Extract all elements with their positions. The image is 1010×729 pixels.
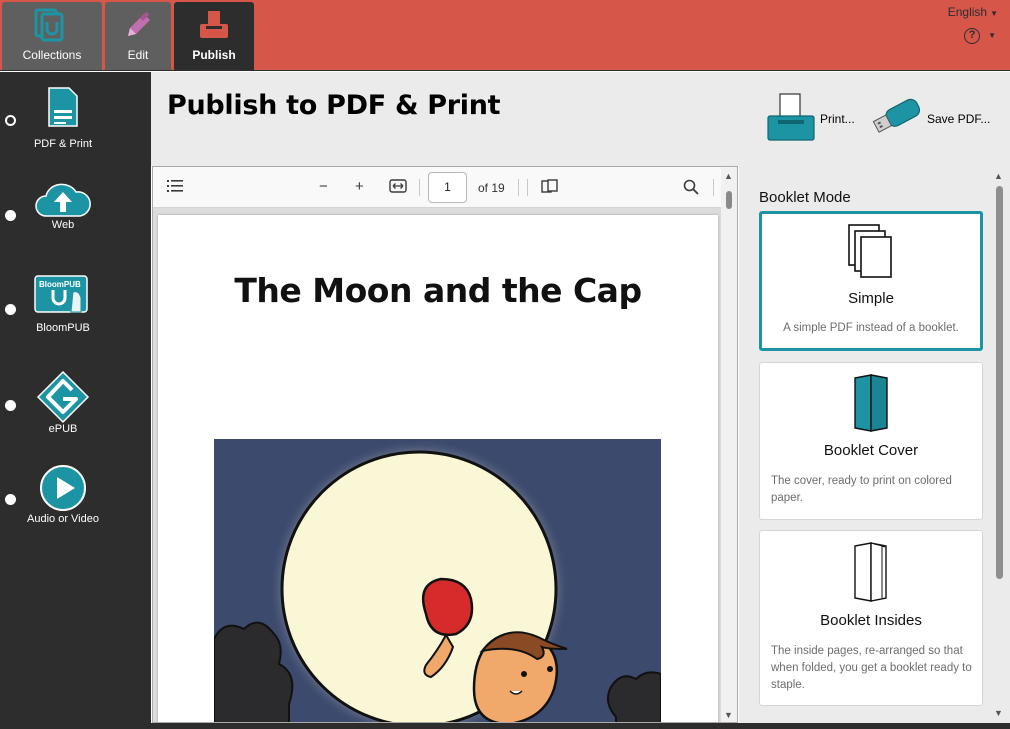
publish-header: Publish to PDF & Print Print... Save PDF… bbox=[151, 72, 1010, 166]
tab-publish-label: Publish bbox=[192, 48, 236, 62]
bottom-border bbox=[151, 723, 1010, 729]
stacked-pages-icon bbox=[847, 223, 895, 286]
sidebar-item-audio-video[interactable]: Audio or Video bbox=[0, 464, 151, 534]
document-icon bbox=[47, 86, 79, 133]
zoom-out-icon[interactable]: − bbox=[319, 179, 328, 195]
help-icon: ? bbox=[964, 27, 981, 44]
play-icon bbox=[39, 464, 87, 517]
tab-collections-label: Collections bbox=[22, 48, 82, 62]
option-name: Booklet Insides bbox=[820, 612, 922, 629]
toolbar-divider bbox=[518, 179, 519, 196]
booklet-options-panel: Booklet Mode Simple A simple PDF instead… bbox=[739, 166, 1010, 723]
sidebar-item-label: Audio or Video bbox=[27, 513, 99, 525]
book-title: The Moon and the Cap bbox=[234, 271, 642, 310]
print-label: Print... bbox=[820, 112, 855, 126]
epub-icon bbox=[36, 370, 90, 429]
options-scrollbar[interactable]: ▲ ▼ bbox=[992, 166, 1006, 723]
booklet-cover-icon bbox=[852, 374, 890, 439]
tab-edit[interactable]: Edit bbox=[105, 2, 171, 70]
radio-unselected[interactable] bbox=[5, 494, 16, 505]
printer-icon bbox=[766, 92, 816, 147]
radio-selected[interactable] bbox=[5, 115, 16, 126]
scroll-down-icon[interactable]: ▼ bbox=[994, 708, 1003, 718]
sidebar-item-label: ePUB bbox=[48, 423, 78, 435]
radio-unselected[interactable] bbox=[5, 304, 16, 315]
pencil-icon bbox=[122, 8, 154, 47]
rotate-page-icon[interactable] bbox=[541, 179, 559, 197]
publish-icon bbox=[196, 8, 232, 47]
sidebar-item-epub[interactable]: ePUB bbox=[0, 370, 151, 440]
booklet-option-simple[interactable]: Simple A simple PDF instead of a booklet… bbox=[759, 211, 983, 351]
outline-toggle-icon[interactable] bbox=[167, 179, 185, 197]
pdf-viewer[interactable]: − + 1 of 19 The Moon and the Cap ▲ ▼ bbox=[152, 166, 738, 723]
tab-edit-label: Edit bbox=[127, 48, 149, 62]
booklet-option-cover[interactable]: Booklet Cover The cover, ready to print … bbox=[759, 362, 983, 520]
option-description: The cover, ready to print on colored pap… bbox=[771, 475, 952, 504]
scroll-down-icon[interactable]: ▼ bbox=[724, 710, 733, 720]
help-menu[interactable]: ? ▼ bbox=[964, 27, 996, 45]
scroll-up-icon[interactable]: ▲ bbox=[724, 171, 733, 181]
publish-sidebar: PDF & Print Web BloomPUB BloomPUB ePUB A… bbox=[0, 72, 151, 729]
sidebar-item-label: Web bbox=[51, 219, 75, 231]
booklet-option-insides[interactable]: Booklet Insides The inside pages, re-arr… bbox=[759, 530, 983, 706]
page-count: of 19 bbox=[478, 181, 505, 195]
sidebar-item-web[interactable]: Web bbox=[0, 178, 151, 238]
zoom-in-icon[interactable]: + bbox=[355, 179, 364, 195]
pdf-scrollbar[interactable]: ▲ ▼ bbox=[721, 167, 737, 722]
collections-icon bbox=[34, 8, 70, 49]
print-button[interactable]: Print... bbox=[766, 92, 855, 147]
sidebar-item-pdf-print[interactable]: PDF & Print bbox=[0, 82, 151, 152]
option-description: A simple PDF instead of a booklet. bbox=[783, 322, 959, 334]
scroll-up-icon[interactable]: ▲ bbox=[994, 171, 1003, 181]
cloud-upload-icon bbox=[34, 180, 92, 223]
tab-publish[interactable]: Publish bbox=[174, 2, 254, 70]
radio-unselected[interactable] bbox=[5, 400, 16, 411]
chevron-down-icon: ▼ bbox=[988, 31, 996, 41]
save-pdf-button[interactable]: Save PDF... bbox=[871, 94, 990, 144]
bloompub-badge-text: BloomPUB bbox=[39, 280, 81, 289]
language-selector[interactable]: English ▼ bbox=[948, 5, 998, 19]
booklet-insides-icon bbox=[852, 542, 890, 609]
option-description: The inside pages, re-arranged so that wh… bbox=[771, 645, 972, 691]
top-bar: Collections Edit Publish English ▼ ? ▼ bbox=[0, 0, 1010, 71]
fit-width-icon[interactable] bbox=[389, 179, 407, 197]
option-name: Booklet Cover bbox=[823, 442, 919, 459]
scroll-thumb[interactable] bbox=[996, 186, 1003, 579]
search-icon[interactable] bbox=[683, 179, 699, 199]
page-number-input[interactable]: 1 bbox=[428, 172, 467, 203]
pdf-toolbar: − + 1 of 19 bbox=[153, 167, 737, 208]
page-title: Publish to PDF & Print bbox=[167, 90, 501, 121]
toolbar-divider bbox=[527, 179, 528, 196]
toolbar-divider bbox=[419, 179, 420, 196]
cover-illustration bbox=[214, 439, 661, 722]
pdf-page: The Moon and the Cap bbox=[158, 215, 718, 722]
booklet-mode-title: Booklet Mode bbox=[759, 189, 851, 206]
language-label: English bbox=[947, 5, 988, 19]
sidebar-item-label: BloomPUB bbox=[36, 322, 90, 334]
save-pdf-label: Save PDF... bbox=[927, 112, 991, 126]
tab-collections[interactable]: Collections bbox=[2, 2, 102, 70]
sidebar-item-label: PDF & Print bbox=[33, 138, 93, 150]
sidebar-item-bloompub[interactable]: BloomPUB BloomPUB bbox=[0, 272, 151, 342]
usb-drive-icon bbox=[871, 97, 923, 142]
bloompub-device-icon: BloomPUB bbox=[33, 274, 93, 323]
scroll-thumb[interactable] bbox=[726, 191, 732, 209]
toolbar-divider bbox=[713, 179, 714, 196]
option-name: Simple bbox=[848, 290, 894, 307]
chevron-down-icon: ▼ bbox=[990, 9, 998, 18]
